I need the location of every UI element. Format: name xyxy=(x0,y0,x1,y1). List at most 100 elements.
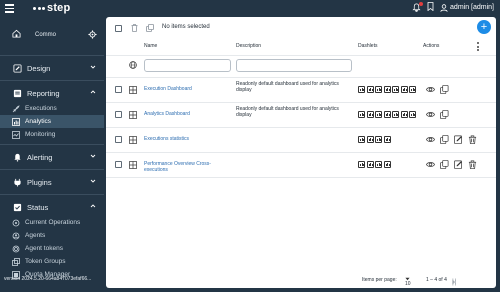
add-dashboard-button[interactable]: + xyxy=(477,20,491,34)
dashboard-name-link[interactable]: Execution Dashboard xyxy=(144,86,228,92)
chevron-up-icon xyxy=(90,204,96,208)
sidebar-item-executions[interactable]: Executions xyxy=(0,102,104,115)
gear-icon[interactable] xyxy=(88,30,97,39)
copy-icon[interactable] xyxy=(440,135,449,144)
header-divider xyxy=(106,55,496,56)
dashboard-name-link[interactable]: Executions statistics xyxy=(144,136,228,142)
row-actions xyxy=(426,110,449,119)
project-selector[interactable]: Commo xyxy=(0,17,104,52)
row-checkbox[interactable] xyxy=(115,86,122,93)
view-icon[interactable] xyxy=(426,85,435,94)
dashlets-list xyxy=(358,161,391,168)
user-name: admin [admin] xyxy=(450,4,494,11)
operations-icon xyxy=(12,219,20,227)
plug-icon xyxy=(12,177,22,187)
sidebar-item-label: Executions xyxy=(25,105,57,112)
sidebar-section-alerting[interactable]: Alerting xyxy=(0,148,104,166)
sidebar-item-token-groups[interactable]: Token Groups xyxy=(0,255,104,268)
row-checkbox[interactable] xyxy=(115,161,122,168)
column-header-description[interactable]: Description xyxy=(236,43,261,49)
dashlet-icon xyxy=(375,86,382,93)
row-actions xyxy=(426,135,477,144)
column-header-name[interactable]: Name xyxy=(144,43,157,49)
sidebar-item-analytics[interactable]: Analytics xyxy=(0,115,104,128)
sidebar-section-label: Plugins xyxy=(27,177,52,187)
version-text: version 2024.5.20-664a847073efaf66... xyxy=(4,276,92,282)
dashboard-name-link[interactable]: Analytics Dashboard xyxy=(144,111,228,117)
trash-icon[interactable] xyxy=(468,135,477,144)
description-filter-input[interactable] xyxy=(236,59,352,72)
last-page-icon[interactable]: ›| xyxy=(452,279,456,286)
dashlet-icon xyxy=(409,86,416,93)
dashlets-list xyxy=(358,111,416,118)
trash-icon[interactable] xyxy=(131,24,138,32)
table-row[interactable]: Executions statistics xyxy=(106,128,496,152)
dashlet-icon xyxy=(392,111,399,118)
edit-icon[interactable] xyxy=(454,135,463,144)
row-checkbox[interactable] xyxy=(115,111,122,118)
menu-icon[interactable] xyxy=(5,4,14,13)
sidebar-divider xyxy=(0,194,104,195)
filter-row xyxy=(106,57,496,74)
main-panel: No items selected + Name Description Das… xyxy=(106,17,496,288)
notification-badge xyxy=(419,2,424,6)
trash-icon[interactable] xyxy=(468,160,477,169)
bell-icon xyxy=(12,152,22,162)
report-icon xyxy=(12,88,22,98)
table-row[interactable]: Analytics Dashboard Readonly default dash… xyxy=(106,103,496,127)
sidebar-section-label: Reporting xyxy=(27,88,60,98)
row-checkbox[interactable] xyxy=(115,136,122,143)
token-groups-icon xyxy=(12,257,20,266)
check-icon xyxy=(12,202,22,212)
bookmark-icon[interactable] xyxy=(427,2,434,13)
items-per-page-select[interactable]: 10 xyxy=(405,277,411,287)
copy-icon[interactable] xyxy=(440,110,449,119)
dashboard-description: Readonly default dashboard used for anal… xyxy=(236,106,339,118)
rocket-icon xyxy=(12,104,20,113)
dashboard-name-link[interactable]: Performance Overview Cross-executions xyxy=(144,161,228,173)
user-menu[interactable]: admin [admin] xyxy=(440,3,494,12)
sidebar-item-monitoring[interactable]: Monitoring xyxy=(0,128,104,141)
dashlet-icon xyxy=(358,136,365,143)
items-per-page-label: Items per page: xyxy=(362,277,397,283)
sidebar-section-status[interactable]: Status xyxy=(0,198,104,216)
table-row[interactable]: Execution Dashboard Readonly default dash… xyxy=(106,78,496,102)
sidebar-item-current-operations[interactable]: Current Operations xyxy=(0,216,104,229)
sidebar-item-label: Analytics xyxy=(25,118,52,125)
sidebar-section-reporting[interactable]: Reporting xyxy=(0,84,104,102)
edit-icon[interactable] xyxy=(454,160,463,169)
sidebar-section-design[interactable]: Design xyxy=(0,59,104,77)
dashboard-description: Readonly default dashboard used for anal… xyxy=(236,81,339,93)
page-range: 1 – 4 of 4 xyxy=(426,277,447,283)
sidebar-section-label: Design xyxy=(27,63,51,73)
sidebar-item-agent-tokens[interactable]: Agent tokens xyxy=(0,242,104,255)
view-icon[interactable] xyxy=(426,160,435,169)
table-row[interactable]: Performance Overview Cross-executions xyxy=(106,153,496,177)
items-per-page-value: 10 xyxy=(405,281,411,287)
copy-icon[interactable] xyxy=(440,160,449,169)
notifications-bell-icon[interactable] xyxy=(412,2,424,12)
selection-status: No items selected xyxy=(162,24,210,30)
globe-icon[interactable] xyxy=(129,61,137,69)
dashlet-icon xyxy=(366,111,374,118)
app-logo[interactable]: step xyxy=(33,2,70,14)
table-toolbar: No items selected + xyxy=(106,17,496,39)
sidebar-item-label: Monitoring xyxy=(25,131,56,138)
view-icon[interactable] xyxy=(426,135,435,144)
sidebar-section-plugins[interactable]: Plugins xyxy=(0,173,104,191)
grid-icon xyxy=(129,161,137,169)
copy-icon[interactable] xyxy=(440,85,449,94)
chevron-down-icon xyxy=(90,65,96,69)
more-options-icon[interactable] xyxy=(477,42,480,51)
sidebar-item-agents[interactable]: Agents xyxy=(0,229,104,242)
view-icon[interactable] xyxy=(426,110,435,119)
sidebar: Commo Design Reporting Executions Analyt… xyxy=(0,17,104,292)
copy-icon[interactable] xyxy=(146,24,154,32)
sidebar-item-label: Agents xyxy=(25,232,46,239)
logo-dots xyxy=(33,6,45,10)
dashlets-list xyxy=(358,86,416,93)
select-all-checkbox[interactable] xyxy=(115,25,122,32)
home-icon xyxy=(12,29,21,40)
name-filter-input[interactable] xyxy=(144,59,231,72)
row-actions xyxy=(426,85,449,94)
